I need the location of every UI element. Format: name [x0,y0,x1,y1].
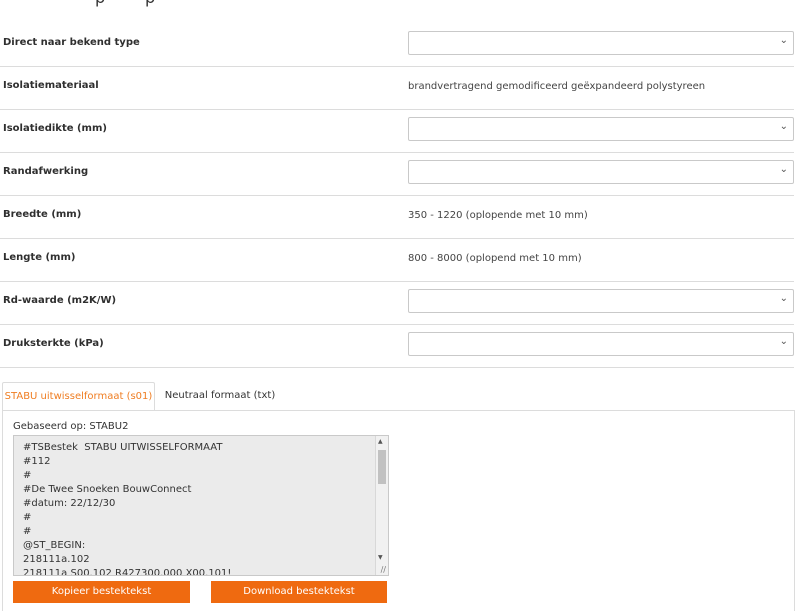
row-compressive-strength: Druksterkte (kPa) ⌄ [0,325,794,368]
row-label: Breedte (mm) [3,209,82,220]
insulation-thickness-select[interactable]: ⌄ [408,117,794,141]
text-line: #TSBestek STABU UITWISSELFORMAAT [23,442,223,453]
text-line: # [23,470,32,481]
text-line: # [23,512,32,523]
row-label: Druksterkte (kPa) [3,338,104,349]
row-label: Lengte (mm) [3,252,76,263]
row-value: 350 - 1220 (oplopende met 10 mm) [408,210,588,221]
row-label: Randafwerking [3,166,89,177]
textarea-content: #TSBestek STABU UITWISSELFORMAAT #112 # … [23,442,232,576]
format-tabs: STABU uitwisselformaat (s01) Neutraal fo… [2,382,793,411]
row-width: Breedte (mm) 350 - 1220 (oplopende met 1… [0,196,794,239]
based-on-text: Gebaseerd op: STABU2 [13,421,129,432]
row-rd-value: Rd-waarde (m2K/W) ⌄ [0,282,794,325]
tab-neutral[interactable]: Neutraal formaat (txt) [160,382,280,410]
chevron-down-icon: ⌄ [779,164,788,175]
text-line: # [23,526,32,537]
tab-stabu[interactable]: STABU uitwisselformaat (s01) [2,382,155,411]
row-label: Isolatiedikte (mm) [3,123,107,134]
edge-finish-select[interactable]: ⌄ [408,160,794,184]
chevron-down-icon: ⌄ [779,35,788,46]
chevron-down-icon: ⌄ [779,121,788,132]
clipped-heading: pp [0,0,800,8]
textarea-scrollbar[interactable]: ▲ ▼ [375,436,388,575]
row-value: 800 - 8000 (oplopend met 10 mm) [408,253,582,264]
row-insulation-material: Isolatiemateriaal brandvertragend gemodi… [0,67,794,110]
resize-grip-icon[interactable]: ∕∕ [381,565,386,574]
row-label: Rd-waarde (m2K/W) [3,295,117,306]
direct-type-select[interactable]: ⌄ [408,31,794,55]
text-line: #datum: 22/12/30 [23,498,116,509]
row-length: Lengte (mm) 800 - 8000 (oplopend met 10 … [0,239,794,282]
row-label: Direct naar bekend type [3,37,140,48]
scroll-thumb[interactable] [378,450,386,484]
text-line: 218111a.102 [23,554,90,565]
row-direct-type: Direct naar bekend type ⌄ [0,24,794,67]
scroll-up-icon[interactable]: ▲ [378,438,383,445]
text-line: 218111a S00.102 R427300.000 X00.101! [23,568,232,576]
compressive-strength-select[interactable]: ⌄ [408,332,794,356]
chevron-down-icon: ⌄ [779,293,788,304]
chevron-down-icon: ⌄ [779,336,788,347]
scroll-down-icon[interactable]: ▼ [378,554,383,561]
text-line: @ST_BEGIN: [23,540,86,551]
rd-value-select[interactable]: ⌄ [408,289,794,313]
row-insulation-thickness: Isolatiedikte (mm) ⌄ [0,110,794,153]
row-value: brandvertragend gemodificeerd geëxpandee… [408,81,706,92]
row-label: Isolatiemateriaal [3,80,99,91]
text-line: #De Twee Snoeken BouwConnect [23,484,192,495]
spec-textarea[interactable]: #TSBestek STABU UITWISSELFORMAAT #112 # … [13,435,389,576]
text-line: #112 [23,456,51,467]
row-edge-finish: Randafwerking ⌄ [0,153,794,196]
spec-form: Direct naar bekend type ⌄ Isolatiemateri… [0,24,794,368]
